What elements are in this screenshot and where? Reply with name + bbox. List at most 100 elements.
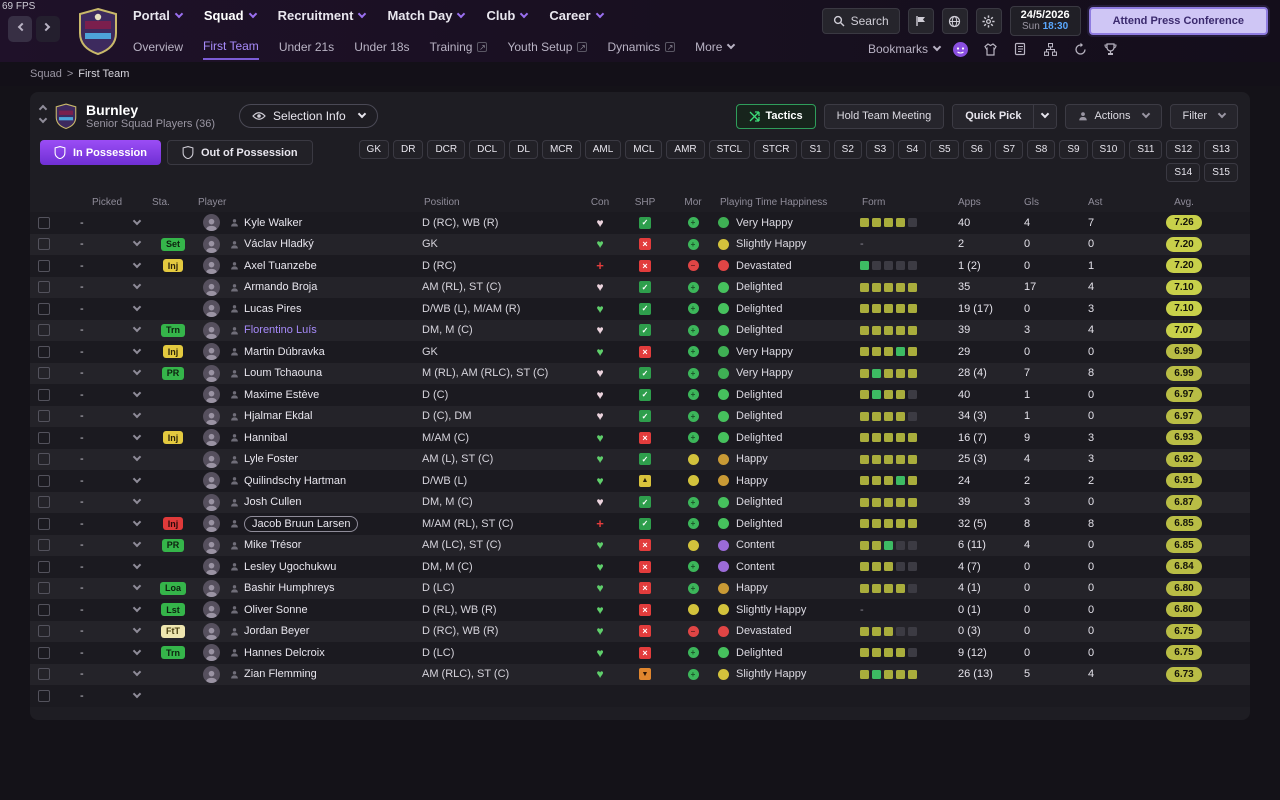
player-name[interactable]: Jordan Beyer <box>244 625 309 637</box>
table-row[interactable]: - Lucas Pires D/WB (L), M/AM (R) ♥ ✓ + Delight… <box>30 298 1250 320</box>
picked-dropdown[interactable]: - <box>64 324 150 336</box>
table-row[interactable]: - Armando Broja AM (RL), ST (C) ♥ ✓ + Delighte… <box>30 276 1250 299</box>
row-checkbox[interactable] <box>38 625 50 638</box>
row-checkbox[interactable] <box>38 238 50 251</box>
table-row[interactable]: - Hjalmar Ekdal D (C), DM ♥ ✓ + Delighted 34 (3… <box>30 405 1250 428</box>
position-chip-s8[interactable]: S8 <box>1027 140 1056 160</box>
row-checkbox[interactable] <box>38 668 50 681</box>
table-row[interactable]: - Trn Florentino Luís DM, M (C) ♥ ✓ + Delighted… <box>30 319 1250 342</box>
column-header-avg-[interactable]: Avg. <box>1174 197 1194 208</box>
picked-dropdown[interactable]: - <box>64 302 150 315</box>
column-header-sta-[interactable]: Sta. <box>150 197 196 208</box>
row-checkbox[interactable] <box>38 345 50 358</box>
table-row[interactable]: - Inj Jacob Bruun Larsen M/AM (RL), ST (C) +… <box>30 513 1250 535</box>
tab-under-21s[interactable]: Under 21s <box>279 40 334 59</box>
table-row[interactable]: - Kyle Walker D (RC), WB (R) ♥ ✓ + Very Happy 4… <box>30 212 1250 234</box>
column-header-con[interactable]: Con <box>591 197 609 208</box>
table-row[interactable]: - Josh Cullen DM, M (C) ♥ ✓ + Delighted 39 3 0 6.8… <box>30 491 1250 514</box>
table-row[interactable]: - Loa Bashir Humphreys D (LC) ♥ × + Happy 4 (1) 0… <box>30 577 1250 600</box>
position-chip-s2[interactable]: S2 <box>833 140 862 160</box>
quick-pick-button[interactable]: Quick Pick <box>952 103 1058 129</box>
picked-dropdown[interactable]: - <box>64 625 150 637</box>
player-name[interactable]: Florentino Luís <box>244 324 317 336</box>
table-row[interactable]: - Set Václav Hladký GK ♥ × + Slightly Happy - 2 0 0… <box>30 233 1250 256</box>
column-header-gls[interactable]: Gls <box>1022 197 1086 208</box>
player-name[interactable]: Hannibal <box>244 432 287 444</box>
refresh-icon[interactable] <box>1070 39 1090 59</box>
picked-dropdown[interactable]: - <box>64 216 150 229</box>
position-chip-dl[interactable]: DL <box>509 140 538 160</box>
player-name[interactable]: Zian Flemming <box>244 668 317 680</box>
table-row[interactable]: - FtT Jordan Beyer D (RC), WB (R) ♥ × – Devasta… <box>30 620 1250 643</box>
actions-button[interactable]: Actions <box>1065 103 1162 129</box>
player-name[interactable]: Axel Tuanzebe <box>244 260 317 272</box>
picked-dropdown[interactable]: - <box>64 388 150 401</box>
player-name[interactable]: Oliver Sonne <box>244 604 308 616</box>
player-name[interactable]: Lyle Foster <box>244 453 298 465</box>
search-input[interactable]: Search <box>821 8 900 34</box>
position-chip-s3[interactable]: S3 <box>865 140 895 160</box>
nav-item-club[interactable]: Club <box>486 8 529 23</box>
picked-dropdown[interactable]: - <box>64 259 150 272</box>
row-checkbox[interactable] <box>38 388 50 401</box>
table-row[interactable]: - Lyle Foster AM (L), ST (C) ♥ ✓ Happy 25 (3) 4… <box>30 448 1250 471</box>
picked-dropdown[interactable]: - <box>64 539 150 551</box>
position-chip-s15[interactable]: S15 <box>1204 163 1238 183</box>
row-checkbox[interactable] <box>38 259 50 272</box>
tab-youth-setup[interactable]: Youth Setup ↗ <box>507 40 588 59</box>
position-chip-s11[interactable]: S11 <box>1129 140 1163 160</box>
picked-dropdown[interactable]: - <box>64 238 150 250</box>
row-checkbox[interactable] <box>38 582 50 595</box>
position-chip-s9[interactable]: S9 <box>1059 140 1088 160</box>
picked-dropdown[interactable]: - <box>64 345 150 358</box>
position-chip-dr[interactable]: DR <box>393 140 424 160</box>
position-chip-s4[interactable]: S4 <box>898 140 927 160</box>
quick-pick-dropdown[interactable] <box>1033 104 1057 128</box>
position-chip-s10[interactable]: S10 <box>1091 140 1126 160</box>
table-row[interactable]: - Inj Axel Tuanzebe D (RC) + × – Devastated 1 (2… <box>30 255 1250 277</box>
attend-press-conference-button[interactable]: Attend Press Conference <box>1088 7 1268 35</box>
row-checkbox[interactable] <box>38 324 50 337</box>
nav-item-career[interactable]: Career <box>549 8 604 23</box>
picked-dropdown[interactable]: - <box>64 410 150 422</box>
table-row[interactable]: - Quilindschy Hartman D/WB (L) ♥ ▲ Happy 24 2 2 6… <box>30 470 1250 492</box>
player-name[interactable]: Mike Trésor <box>244 539 301 551</box>
column-header-apps[interactable]: Apps <box>956 197 1022 208</box>
picked-dropdown[interactable]: - <box>64 431 150 444</box>
position-chip-amr[interactable]: AMR <box>666 140 705 160</box>
row-checkbox[interactable] <box>38 281 50 294</box>
player-name[interactable]: Lesley Ugochukwu <box>244 561 336 573</box>
out-of-possession-toggle[interactable]: Out of Possession <box>166 140 313 166</box>
table-row[interactable]: - Lesley Ugochukwu DM, M (C) ♥ × + Content 4 (7… <box>30 556 1250 578</box>
table-row[interactable]: - Maxime Estève D (C) ♥ ✓ + Delighted 40 1 0 6.97 <box>30 384 1250 406</box>
club-switcher[interactable] <box>38 104 48 124</box>
forward-button[interactable] <box>36 16 60 42</box>
tab-more[interactable]: More <box>695 40 736 59</box>
player-name[interactable]: Armando Broja <box>244 281 317 293</box>
picked-dropdown[interactable]: - <box>64 496 150 508</box>
player-name[interactable]: Bashir Humphreys <box>244 582 334 594</box>
row-checkbox[interactable] <box>38 431 50 444</box>
picked-dropdown[interactable]: - <box>64 646 150 659</box>
table-row[interactable]: - Zian Flemming AM (RLC), ST (C) ♥ ▼ + Slightl… <box>30 663 1250 686</box>
player-name[interactable]: Maxime Estève <box>244 389 319 401</box>
row-checkbox[interactable] <box>38 689 50 702</box>
picked-dropdown[interactable]: - <box>64 603 150 616</box>
picked-dropdown[interactable]: - <box>64 453 150 465</box>
table-row[interactable]: - Lst Oliver Sonne D (RL), WB (R) ♥ × Slightly… <box>30 599 1250 621</box>
position-chip-gk[interactable]: GK <box>358 140 389 160</box>
position-chip-mcr[interactable]: MCR <box>541 140 581 160</box>
position-chip-s7[interactable]: S7 <box>994 140 1024 160</box>
tab-overview[interactable]: Overview <box>133 40 183 59</box>
column-header-position[interactable]: Position <box>422 197 578 208</box>
picked-dropdown[interactable]: - <box>64 560 150 573</box>
notes-icon[interactable] <box>1010 39 1030 59</box>
table-row[interactable]: - PR Loum Tchaouna M (RL), AM (RLC), ST (C)… <box>30 362 1250 385</box>
nav-item-portal[interactable]: Portal <box>133 8 184 23</box>
table-row[interactable]: - PR Mike Trésor AM (LC), ST (C) ♥ × Content 6 … <box>30 534 1250 557</box>
back-button[interactable] <box>8 16 32 42</box>
player-name[interactable]: Martin Dúbravka <box>244 346 325 358</box>
tactics-button[interactable]: Tactics <box>735 103 816 129</box>
bookmarks-dropdown[interactable]: Bookmarks <box>868 42 942 56</box>
position-chip-s12[interactable]: S12 <box>1166 140 1201 160</box>
